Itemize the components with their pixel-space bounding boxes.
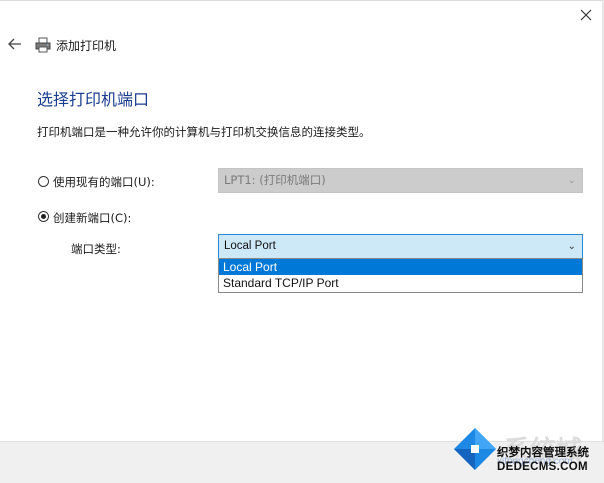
chevron-down-icon: ⌄ (567, 241, 576, 252)
existing-port-radio[interactable] (38, 176, 49, 187)
port-type-dropdown-list: Local Port Standard TCP/IP Port (218, 258, 583, 293)
existing-port-value: LPT1: (打印机端口) (224, 173, 326, 187)
wizard-title: 添加打印机 (56, 39, 117, 53)
window-top-border (0, 0, 604, 1)
page-description: 打印机端口是一种允许你的计算机与打印机交换信息的连接类型。 (37, 125, 371, 139)
new-port-label[interactable]: 创建新端口(C): (53, 210, 131, 226)
page-heading: 选择打印机端口 (37, 90, 150, 109)
printer-icon (35, 37, 51, 53)
port-type-option-tcpip[interactable]: Standard TCP/IP Port (219, 275, 582, 291)
watermark-line1: 织梦内容管理系统 (497, 445, 589, 459)
port-type-option-local[interactable]: Local Port (219, 259, 582, 275)
back-button[interactable] (6, 35, 24, 53)
watermark-line2: DEDECMS.COM (497, 461, 588, 473)
chevron-down-icon: ⌄ (567, 175, 576, 186)
port-type-select[interactable]: Local Port ⌄ (218, 234, 583, 259)
port-type-value: Local Port (224, 240, 276, 252)
existing-port-select: LPT1: (打印机端口) ⌄ (218, 168, 583, 193)
existing-port-label[interactable]: 使用现有的端口(U): (53, 174, 155, 190)
radio-selected-dot (41, 214, 46, 219)
close-icon (580, 9, 592, 21)
back-arrow-icon (8, 38, 21, 50)
watermark-logo-icon (454, 428, 496, 470)
close-button[interactable] (574, 4, 598, 26)
new-port-radio[interactable] (38, 211, 49, 222)
port-type-label: 端口类型: (71, 242, 121, 256)
